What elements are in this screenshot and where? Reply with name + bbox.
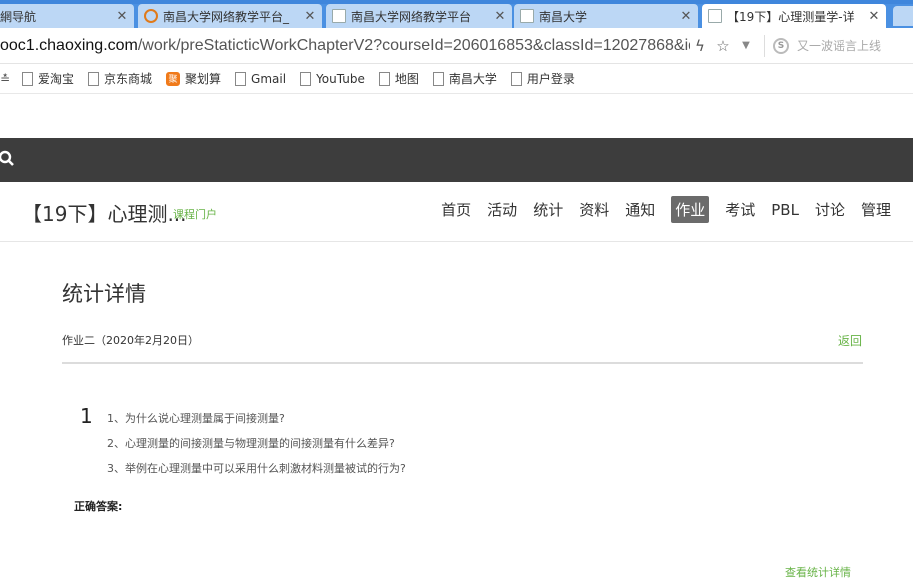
bookmark-item[interactable]: 地图 xyxy=(378,70,419,87)
search-icon[interactable] xyxy=(0,149,16,169)
main-content: 统计详情 作业二（2020年2月20日） 返回 1 1、为什么说心理测量属于间接… xyxy=(0,242,913,580)
nav-exam[interactable]: 考试 xyxy=(725,196,755,223)
question-line: 2、心理测量的间接测量与物理测量的间接测量有什么差异? xyxy=(107,437,395,450)
page-icon xyxy=(432,71,444,86)
divider xyxy=(764,34,765,57)
nav-materials[interactable]: 资料 xyxy=(579,196,609,223)
correct-answer-label: 正确答案: xyxy=(74,500,123,513)
question-line: 3、举例在心理测量中可以采用什么刺激材料测量被试的行为? xyxy=(107,462,406,475)
search-box[interactable]: S 又一波谣言上线 xyxy=(773,37,881,54)
close-icon[interactable]: ✕ xyxy=(492,9,508,24)
course-portal-link[interactable]: 课程门户 xyxy=(173,206,217,222)
nav-activity[interactable]: 活动 xyxy=(487,196,517,223)
tab-title: 【19下】心理测量学-详 xyxy=(727,9,855,24)
tab-title: 網导航 xyxy=(0,9,37,24)
question-line: 1、为什么说心理测量属于间接测量? xyxy=(107,412,285,425)
tab-3[interactable]: 南昌大学网络教学平台 ✕ xyxy=(326,4,512,28)
bookmark-item[interactable]: 聚聚划算 xyxy=(166,70,221,87)
page-icon xyxy=(510,71,522,86)
bookmark-label: 地图 xyxy=(394,72,419,86)
bookmark-item[interactable]: 爱淘宝 xyxy=(22,70,74,87)
close-icon[interactable]: ✕ xyxy=(678,9,694,24)
chevron-down-icon[interactable]: ▼ xyxy=(736,40,756,51)
page-icon xyxy=(332,9,346,23)
url-field[interactable]: ooc1.chaoxing.com/work/preStaticticWorkC… xyxy=(0,37,690,55)
site-logo-icon xyxy=(144,9,158,23)
tab-title: 南昌大学 xyxy=(539,9,588,24)
page-title: 统计详情 xyxy=(62,282,146,306)
url-path: /work/preStaticticWorkChapterV2?courseId… xyxy=(137,36,690,54)
url-host: ooc1.chaoxing.com xyxy=(0,36,138,54)
tab-title: 南昌大学网络教学平台 xyxy=(351,9,472,24)
nav-home[interactable]: 首页 xyxy=(441,196,471,223)
close-icon[interactable]: ✕ xyxy=(866,9,882,24)
course-header: 【19下】心理测... 课程门户 首页 活动 统计 资料 通知 作业 考试 PB… xyxy=(0,182,913,242)
close-icon[interactable]: ✕ xyxy=(114,9,130,24)
question-text: 1、为什么说心理测量属于间接测量? 2、心理测量的间接测量与物理测量的间接测量有… xyxy=(107,406,406,481)
bookmark-label: 京东商城 xyxy=(104,72,153,86)
tab-active[interactable]: 【19下】心理测量学-详 ✕ xyxy=(702,4,886,28)
nav-notice[interactable]: 通知 xyxy=(625,196,655,223)
juhuasuan-icon: 聚 xyxy=(166,71,181,86)
bookmark-label: YouTube xyxy=(316,71,365,86)
divider xyxy=(62,362,863,364)
new-tab-button[interactable] xyxy=(893,6,913,26)
nav-homework[interactable]: 作业 xyxy=(671,196,710,223)
course-title[interactable]: 【19下】心理测... xyxy=(22,198,187,227)
page-icon xyxy=(235,71,247,86)
page-icon xyxy=(22,71,33,86)
bookmark-item[interactable]: 用户登录 xyxy=(510,70,575,87)
tab-title: 南昌大学网络教学平台_ xyxy=(163,9,290,24)
search-placeholder: 又一波谣言上线 xyxy=(797,39,882,53)
lightning-icon[interactable]: ϟ xyxy=(690,37,710,55)
bookmark-label: 用户登录 xyxy=(526,72,575,86)
question-number: 1 xyxy=(80,404,93,428)
page-icon xyxy=(708,9,722,23)
nav-discussion[interactable]: 讨论 xyxy=(815,196,845,223)
nav-statistics[interactable]: 统计 xyxy=(533,196,563,223)
tab-4[interactable]: 南昌大学 ✕ xyxy=(514,4,698,28)
assignment-title: 作业二（2020年2月20日） xyxy=(62,334,199,347)
tab-1[interactable]: 網导航 ✕ xyxy=(0,4,134,28)
browser-window: 網导航 ✕ 南昌大学网络教学平台_ ✕ 南昌大学网络教学平台 ✕ 南昌大学 ✕ … xyxy=(0,0,913,580)
nav-manage[interactable]: 管理 xyxy=(861,196,891,223)
bookmark-label: Gmail xyxy=(251,71,287,86)
course-nav: 首页 活动 统计 资料 通知 作业 考试 PBL 讨论 管理 xyxy=(425,196,891,223)
page-icon xyxy=(520,9,534,23)
view-stats-link[interactable]: 查看统计详情 xyxy=(785,564,851,580)
back-link[interactable]: 返回 xyxy=(838,332,862,349)
nav-pbl[interactable]: PBL xyxy=(771,198,799,222)
tab-strip: 網导航 ✕ 南昌大学网络教学平台_ ✕ 南昌大学网络教学平台 ✕ 南昌大学 ✕ … xyxy=(0,0,913,28)
bookmark-label: 爱淘宝 xyxy=(38,72,75,86)
close-icon[interactable]: ✕ xyxy=(302,9,318,24)
page-icon xyxy=(300,71,312,86)
bookmark-item[interactable]: Gmail xyxy=(235,71,287,86)
star-icon[interactable]: ☆ xyxy=(710,37,736,55)
address-bar: ooc1.chaoxing.com/work/preStaticticWorkC… xyxy=(0,28,913,64)
bookmark-label: 南昌大学 xyxy=(448,72,497,86)
site-top-bar xyxy=(0,138,913,182)
bookmark-item[interactable]: YouTube xyxy=(300,71,365,86)
page-icon xyxy=(378,71,390,86)
tab-2[interactable]: 南昌大学网络教学平台_ ✕ xyxy=(138,4,322,28)
bookmark-item[interactable]: 南昌大学 xyxy=(432,70,497,87)
page-icon xyxy=(88,71,100,86)
bookmark-label: 聚划算 xyxy=(185,72,222,86)
bookmarks-bar: ≛ 爱淘宝 京东商城 聚聚划算 Gmail YouTube 地图 南昌大学 用户… xyxy=(0,64,913,94)
search-engine-icon: S xyxy=(773,37,789,54)
bookmark-overflow-icon[interactable]: ≛ xyxy=(0,72,22,86)
bookmark-item[interactable]: 京东商城 xyxy=(88,70,152,87)
